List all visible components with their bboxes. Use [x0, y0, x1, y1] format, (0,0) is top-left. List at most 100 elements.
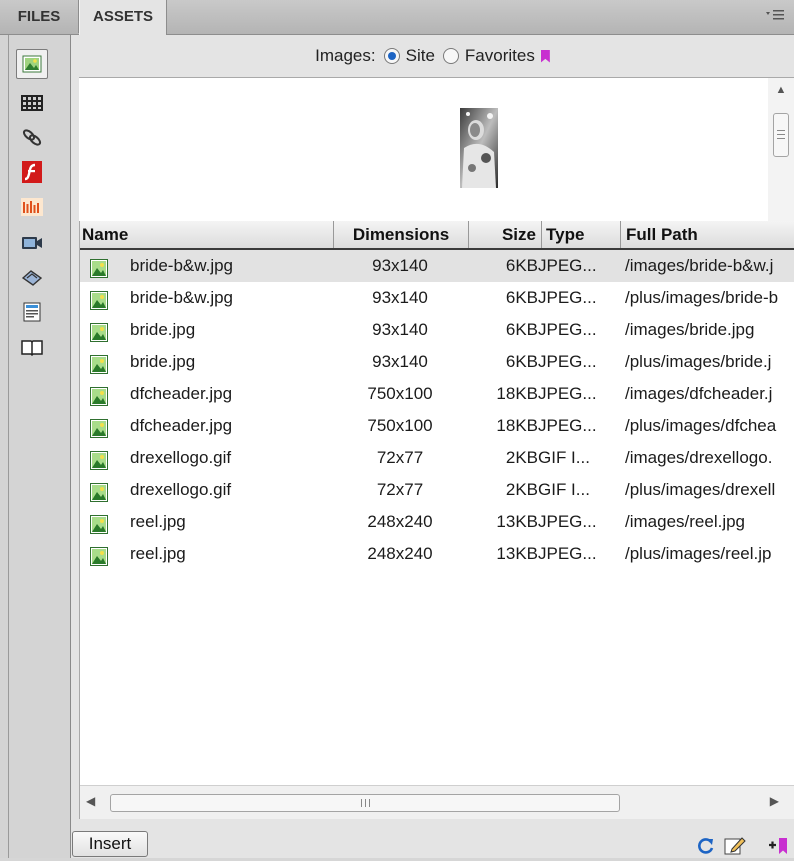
panel-tab-bar: FILES ASSETS — [0, 0, 794, 35]
list-horizontal-scrollbar[interactable]: ◀ ▶ — [80, 785, 794, 820]
urls-icon[interactable] — [16, 122, 48, 152]
cell-name: bride.jpg — [130, 352, 196, 371]
cell-dimensions: 72x77 — [376, 448, 424, 467]
radio-site-button[interactable] — [383, 48, 400, 64]
assets-main: Images: Site Favorites ▲ Name Dimensions… — [71, 35, 794, 858]
list-header: Name Dimensions Size Type Full Path — [80, 221, 794, 250]
cell-full-path: /images/bride.jpg — [625, 320, 755, 339]
cell-type: GIF I... — [538, 448, 590, 467]
cell-size: 6KB — [505, 352, 538, 371]
list-scroll-thumb[interactable] — [110, 794, 620, 812]
cell-size: 6KB — [505, 288, 538, 307]
cell-full-path: /images/dfcheader.j — [625, 384, 773, 403]
image-file-icon — [90, 474, 112, 506]
cell-name: bride.jpg — [130, 320, 196, 339]
cell-name: bride-b&w.jpg — [130, 256, 234, 275]
cell-name: dfcheader.jpg — [130, 416, 233, 435]
library-icon[interactable] — [16, 332, 48, 362]
image-file-icon — [90, 378, 112, 410]
shockwave-icon[interactable] — [16, 192, 48, 222]
radio-site-label[interactable]: Site — [406, 46, 435, 66]
cell-full-path: /images/reel.jpg — [625, 512, 746, 531]
cell-dimensions: 750x100 — [367, 384, 433, 403]
cell-dimensions: 248x240 — [367, 512, 433, 531]
images-filter-label: Images: — [315, 46, 376, 65]
asset-category-bar — [0, 35, 71, 858]
panel-menu-icon[interactable] — [764, 8, 786, 26]
table-row[interactable]: dfcheader.jpg 750x100 18KB JPEG... /plus/ima… — [80, 410, 794, 442]
templates-icon[interactable] — [16, 297, 48, 327]
column-header-dimensions[interactable]: Dimensions — [333, 221, 468, 248]
cell-size: 2KB — [505, 448, 538, 467]
cell-name: dfcheader.jpg — [130, 384, 233, 403]
cell-full-path: /plus/images/drexell — [625, 480, 776, 499]
radio-favorites[interactable]: Favorites — [442, 46, 550, 66]
scroll-up-icon[interactable]: ▲ — [768, 84, 794, 96]
cell-full-path: /plus/images/reel.jp — [625, 544, 772, 563]
cell-type: GIF I... — [538, 480, 590, 499]
cell-name: reel.jpg — [130, 544, 186, 563]
cell-size: 2KB — [505, 480, 538, 499]
cell-type: JPEG... — [538, 416, 597, 435]
swf-icon[interactable] — [16, 157, 48, 187]
cell-full-path: /plus/images/dfchea — [625, 416, 777, 435]
tab-files[interactable]: FILES — [0, 0, 79, 33]
table-row[interactable]: bride.jpg 93x140 6KB JPEG... /images/bride.j… — [80, 314, 794, 346]
table-row[interactable]: reel.jpg 248x240 13KB JPEG... /images/reel.j… — [80, 506, 794, 538]
image-file-icon — [90, 314, 112, 346]
radio-favorites-label[interactable]: Favorites — [465, 46, 535, 66]
radio-favorites-button[interactable] — [442, 48, 459, 64]
cell-full-path: /plus/images/bride-b — [625, 288, 779, 307]
column-header-type[interactable]: Type — [541, 221, 619, 248]
add-to-favorites-icon[interactable] — [768, 836, 788, 856]
image-file-icon — [90, 506, 112, 538]
cell-type: JPEG... — [538, 352, 597, 371]
image-file-icon — [90, 538, 112, 570]
radio-site[interactable]: Site — [383, 46, 435, 66]
cell-size: 18KB — [496, 384, 538, 403]
table-row[interactable]: bride-b&w.jpg 93x140 6KB JPEG... /images/bri… — [80, 250, 794, 282]
colors-icon[interactable] — [16, 88, 48, 118]
cell-type: JPEG... — [538, 288, 597, 307]
image-file-icon — [90, 346, 112, 378]
cell-type: JPEG... — [538, 256, 597, 275]
preview-thumbnail — [460, 108, 498, 188]
table-row[interactable]: drexellogo.gif 72x77 2KB GIF I... /plus/imag… — [80, 474, 794, 506]
cell-full-path: /images/bride-b&w.j — [625, 256, 774, 275]
image-filter-row: Images: Site Favorites — [71, 35, 794, 77]
column-header-size[interactable]: Size — [468, 221, 540, 248]
movies-icon[interactable] — [16, 228, 48, 258]
cell-dimensions: 93x140 — [372, 256, 428, 275]
insert-button[interactable]: Insert — [72, 831, 148, 857]
table-row[interactable]: reel.jpg 248x240 13KB JPEG... /plus/images/r… — [80, 538, 794, 570]
cell-dimensions: 750x100 — [367, 416, 433, 435]
edit-icon[interactable] — [724, 836, 746, 856]
table-row[interactable]: dfcheader.jpg 750x100 18KB JPEG... /images/d… — [80, 378, 794, 410]
preview-scroll-thumb[interactable] — [773, 113, 789, 157]
cell-dimensions: 93x140 — [372, 352, 428, 371]
refresh-icon[interactable] — [696, 836, 716, 856]
asset-list: Name Dimensions Size Type Full Path brid… — [79, 221, 794, 820]
image-file-icon — [90, 442, 112, 474]
table-row[interactable]: bride-b&w.jpg 93x140 6KB JPEG... /plus/image… — [80, 282, 794, 314]
images-icon[interactable] — [16, 49, 48, 79]
cell-dimensions: 93x140 — [372, 320, 428, 339]
tab-assets[interactable]: ASSETS — [79, 0, 167, 35]
cell-size: 13KB — [496, 512, 538, 531]
scroll-right-icon[interactable]: ▶ — [770, 794, 779, 808]
preview-vertical-scrollbar[interactable]: ▲ ▼ — [768, 78, 794, 245]
table-row[interactable]: drexellogo.gif 72x77 2KB GIF I... /images/dr… — [80, 442, 794, 474]
column-header-full-path[interactable]: Full Path — [620, 221, 794, 248]
cell-dimensions: 72x77 — [376, 480, 424, 499]
cell-size: 6KB — [505, 320, 538, 339]
column-header-name[interactable]: Name — [82, 221, 327, 248]
cell-full-path: /plus/images/bride.j — [625, 352, 772, 371]
scripts-icon[interactable] — [16, 263, 48, 293]
cell-size: 6KB — [505, 256, 538, 275]
cell-type: JPEG... — [538, 320, 597, 339]
favorites-bookmark-icon — [540, 49, 550, 63]
image-file-icon — [90, 282, 112, 314]
table-row[interactable]: bride.jpg 93x140 6KB JPEG... /plus/images/br… — [80, 346, 794, 378]
scroll-left-icon[interactable]: ◀ — [86, 794, 95, 808]
cell-size: 18KB — [496, 416, 538, 435]
